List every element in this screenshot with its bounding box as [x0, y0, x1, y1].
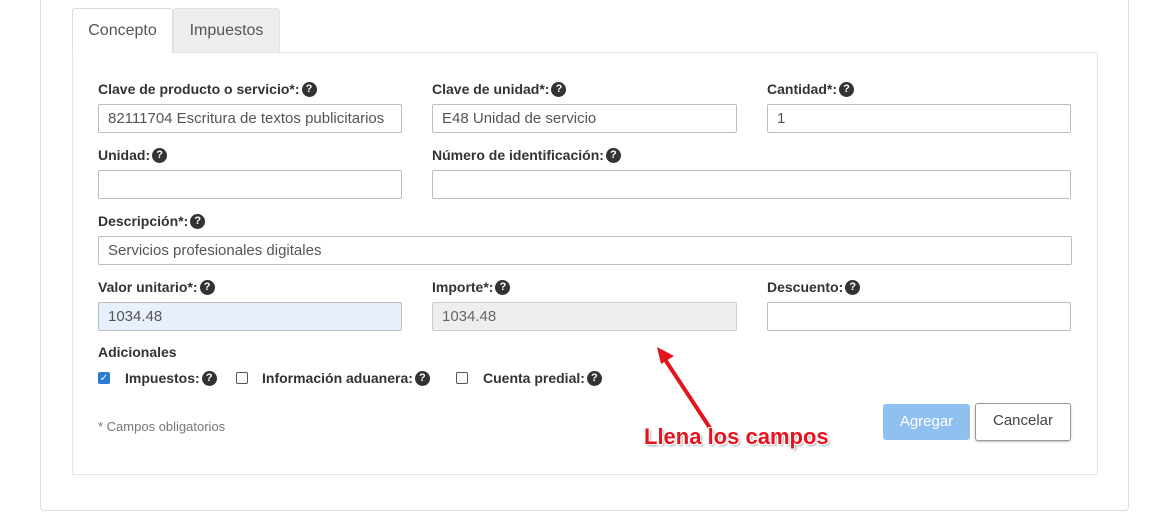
clave-producto-label: Clave de producto o servicio*: ?: [98, 80, 317, 98]
question-circle-icon[interactable]: ?: [551, 81, 567, 97]
descripcion-label: Descripción*: ?: [98, 212, 206, 230]
question-circle-icon[interactable]: ?: [301, 81, 317, 97]
cantidad-input[interactable]: 1: [767, 104, 1071, 133]
valor-unitario-label: Valor unitario*: ?: [98, 278, 215, 296]
question-circle-icon[interactable]: ?: [495, 279, 511, 295]
impuestos-option: Impuestos: ?: [125, 369, 217, 387]
question-circle-icon[interactable]: ?: [845, 279, 861, 295]
agregar-button[interactable]: Agregar: [883, 404, 970, 440]
impuestos-checkbox[interactable]: ✓: [98, 372, 110, 384]
annotation-arrow-icon: [657, 347, 712, 430]
clave-unidad-input[interactable]: E48 Unidad de servicio: [432, 104, 737, 133]
cuenta-predial-checkbox[interactable]: [456, 372, 468, 384]
importe-label: Importe*: ?: [432, 278, 511, 296]
unidad-input[interactable]: [98, 170, 402, 199]
question-circle-icon[interactable]: ?: [190, 213, 206, 229]
question-circle-icon[interactable]: ?: [414, 370, 430, 386]
adicionales-title: Adicionales: [98, 344, 177, 360]
informacion-aduanera-option: Información aduanera: ?: [262, 369, 430, 387]
cantidad-label: Cantidad*: ?: [767, 80, 854, 98]
question-circle-icon[interactable]: ?: [839, 81, 854, 97]
numero-identificacion-input[interactable]: [432, 170, 1071, 199]
clave-producto-input[interactable]: 82111704 Escritura de textos publicitari…: [98, 104, 402, 133]
valor-unitario-input[interactable]: 1034.48: [98, 302, 402, 331]
question-circle-icon[interactable]: ?: [201, 370, 217, 386]
question-circle-icon[interactable]: ?: [605, 147, 621, 163]
question-circle-icon[interactable]: ?: [586, 370, 602, 386]
cancelar-button[interactable]: Cancelar: [975, 403, 1071, 441]
question-circle-icon[interactable]: ?: [152, 147, 168, 163]
required-fields-note: * Campos obligatorios: [98, 419, 226, 434]
unidad-label: Unidad: ?: [98, 146, 168, 164]
descuento-label: Descuento: ?: [767, 278, 861, 296]
annotation-text: Llena los campos: [644, 424, 829, 449]
descripcion-input[interactable]: Servicios profesionales digitales: [98, 236, 1072, 265]
cuenta-predial-option: Cuenta predial: ?: [483, 369, 602, 387]
numero-identificacion-label: Número de identificación: ?: [432, 146, 621, 164]
tab-impuestos[interactable]: Impuestos: [173, 8, 280, 53]
importe-input: 1034.48: [432, 302, 737, 331]
clave-unidad-label: Clave de unidad*: ?: [432, 80, 567, 98]
informacion-aduanera-checkbox[interactable]: [236, 372, 248, 384]
tab-concepto[interactable]: Concepto: [72, 8, 173, 53]
descuento-input[interactable]: [767, 302, 1071, 331]
question-circle-icon[interactable]: ?: [199, 279, 215, 295]
